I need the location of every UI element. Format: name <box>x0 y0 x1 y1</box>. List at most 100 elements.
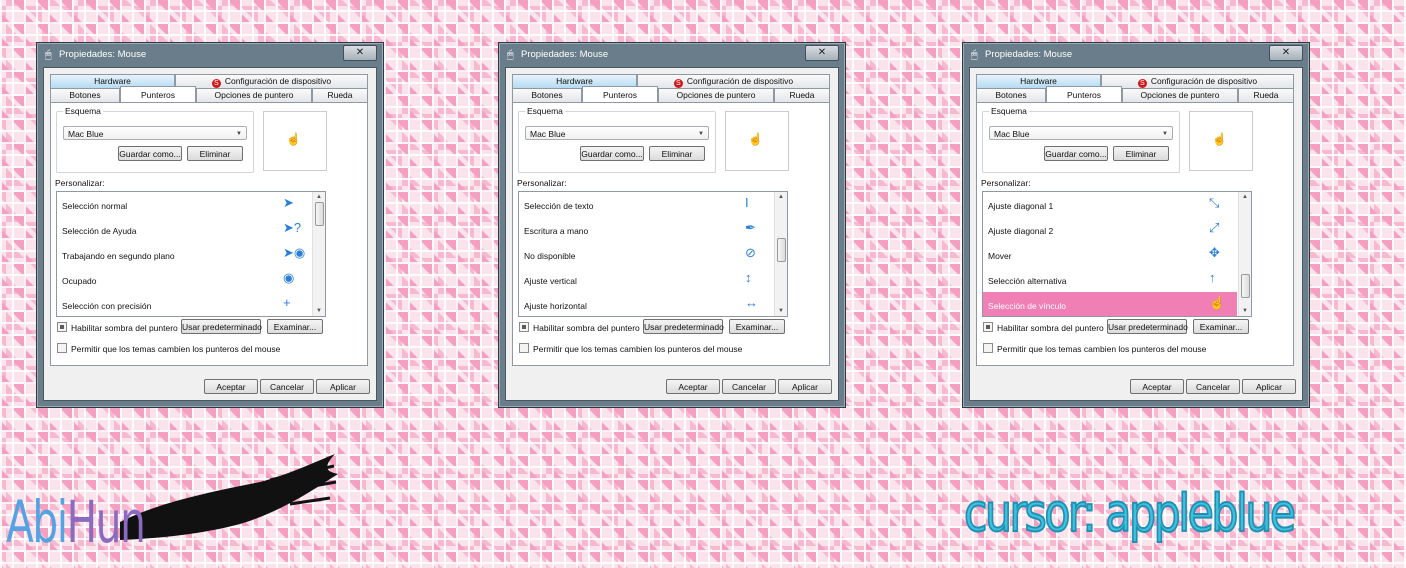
cursor-list[interactable]: Selección de texto Ι Escritura a mano ✒ … <box>518 191 788 317</box>
scheme-select[interactable]: Mac Blue ▼ <box>525 126 709 140</box>
save-as-button[interactable]: Guardar como... <box>580 146 644 161</box>
ok-button[interactable]: Aceptar <box>204 379 258 394</box>
shadow-checkbox[interactable] <box>57 322 67 332</box>
scroll-thumb[interactable] <box>777 238 786 262</box>
themes-checkbox-row[interactable]: Permitir que los temas cambien los punte… <box>57 343 280 354</box>
themes-checkbox[interactable] <box>983 343 993 353</box>
cancel-button[interactable]: Cancelar <box>260 379 314 394</box>
ok-button[interactable]: Aceptar <box>1130 379 1184 394</box>
shadow-checkbox-row[interactable]: Habilitar sombra del puntero <box>57 322 178 333</box>
scroll-down-icon[interactable]: ▼ <box>775 306 787 316</box>
apply-button[interactable]: Aplicar <box>316 379 370 394</box>
hand-cursor-icon: ☝ <box>1212 132 1227 146</box>
list-item-label: Ocupado <box>62 276 97 286</box>
shadow-checkbox[interactable] <box>519 322 529 332</box>
scheme-select[interactable]: Mac Blue ▼ <box>989 126 1173 140</box>
tab-device-config[interactable]: S Configuración de dispositivo <box>1101 74 1294 88</box>
hand-cursor-icon: ☝ <box>748 132 763 146</box>
themes-checkbox[interactable] <box>519 343 529 353</box>
brush-stroke-decoration <box>120 454 338 540</box>
cursor-list[interactable]: Selección normal ➤ Selección de Ayuda ➤?… <box>56 191 326 317</box>
scroll-up-icon[interactable]: ▲ <box>313 192 325 202</box>
tab-rueda[interactable]: Rueda <box>312 88 368 102</box>
list-item[interactable]: Ajuste diagonal 2 ⤢ <box>983 217 1237 242</box>
tab-punteros[interactable]: Punteros <box>1046 86 1122 102</box>
tab-punteros[interactable]: Punteros <box>582 86 658 102</box>
themes-checkbox-row[interactable]: Permitir que los temas cambien los punte… <box>519 343 742 354</box>
scheme-select[interactable]: Mac Blue ▼ <box>63 126 247 140</box>
close-button[interactable]: ✕ <box>343 45 377 61</box>
themes-label: Permitir que los temas cambien los punte… <box>997 344 1207 354</box>
window-title: Propiedades: Mouse <box>985 49 1073 60</box>
scrollbar[interactable]: ▲ ▼ <box>1238 192 1251 316</box>
scroll-down-icon[interactable]: ▼ <box>1239 306 1251 316</box>
delete-button[interactable]: Eliminar <box>1113 146 1169 161</box>
browse-button[interactable]: Examinar... <box>729 319 785 334</box>
shadow-checkbox-row[interactable]: Habilitar sombra del puntero <box>983 322 1104 333</box>
list-item[interactable]: Ajuste vertical ↕ <box>519 267 773 292</box>
dialog-client-area: Hardware S Configuración de dispositivo B… <box>969 67 1303 401</box>
list-item[interactable]: Escritura a mano ✒ <box>519 217 773 242</box>
list-item[interactable]: Selección alternativa ↑ <box>983 267 1237 292</box>
alternate-cursor-icon: ↑ <box>1209 270 1216 285</box>
logo-abihun-part2: Hun <box>66 488 146 556</box>
browse-button[interactable]: Examinar... <box>1193 319 1249 334</box>
close-button[interactable]: ✕ <box>1269 45 1303 61</box>
close-button[interactable]: ✕ <box>805 45 839 61</box>
tab-rueda[interactable]: Rueda <box>774 88 830 102</box>
scrollbar[interactable]: ▲ ▼ <box>312 192 325 316</box>
list-item[interactable]: Ocupado ◉ <box>57 267 311 292</box>
pointers-panel: Esquema Mac Blue ▼ Guardar como... Elimi… <box>50 102 368 366</box>
list-item[interactable]: Selección de Ayuda ➤? <box>57 217 311 242</box>
tab-opciones-de-puntero[interactable]: Opciones de puntero <box>658 88 774 102</box>
list-item[interactable]: Selección de vínculo ☝ <box>983 292 1237 316</box>
delete-button[interactable]: Eliminar <box>649 146 705 161</box>
ok-button[interactable]: Aceptar <box>666 379 720 394</box>
mouse-properties-window: 🖱 Propiedades: Mouse ✕ Hardware S Configu… <box>498 42 846 408</box>
tab-botones[interactable]: Botones <box>512 88 582 102</box>
use-default-button[interactable]: Usar predeterminado <box>643 319 724 334</box>
shadow-checkbox-row[interactable]: Habilitar sombra del puntero <box>519 322 640 333</box>
scheme-select-value: Mac Blue <box>530 129 566 139</box>
use-default-button[interactable]: Usar predeterminado <box>181 319 262 334</box>
save-as-button[interactable]: Guardar como... <box>118 146 182 161</box>
save-as-button[interactable]: Guardar como... <box>1044 146 1108 161</box>
list-item[interactable]: Selección de texto Ι <box>519 192 773 217</box>
tab-opciones-de-puntero[interactable]: Opciones de puntero <box>1122 88 1238 102</box>
cancel-button[interactable]: Cancelar <box>722 379 776 394</box>
tab-botones[interactable]: Botones <box>50 88 120 102</box>
use-default-button[interactable]: Usar predeterminado <box>1107 319 1188 334</box>
list-item[interactable]: Selección con precisión + <box>57 292 311 316</box>
list-item[interactable]: Ajuste horizontal ↔ <box>519 292 773 316</box>
apply-button[interactable]: Aplicar <box>1242 379 1296 394</box>
list-item[interactable]: Trabajando en segundo plano ➤◉ <box>57 242 311 267</box>
cursor-list[interactable]: Ajuste diagonal 1 ⤡ Ajuste diagonal 2 ⤢ … <box>982 191 1252 317</box>
delete-button[interactable]: Eliminar <box>187 146 243 161</box>
list-item[interactable]: Ajuste diagonal 1 ⤡ <box>983 192 1237 217</box>
cancel-button[interactable]: Cancelar <box>1186 379 1240 394</box>
tab-opciones-de-puntero[interactable]: Opciones de puntero <box>196 88 312 102</box>
tab-device-config[interactable]: S Configuración de dispositivo <box>175 74 368 88</box>
shadow-checkbox[interactable] <box>983 322 993 332</box>
scroll-thumb[interactable] <box>315 202 324 226</box>
tab-botones[interactable]: Botones <box>976 88 1046 102</box>
list-item-label: Ajuste horizontal <box>524 301 587 311</box>
tab-device-config[interactable]: S Configuración de dispositivo <box>637 74 830 88</box>
scrollbar[interactable]: ▲ ▼ <box>774 192 787 316</box>
scroll-down-icon[interactable]: ▼ <box>313 306 325 316</box>
themes-checkbox-row[interactable]: Permitir que los temas cambien los punte… <box>983 343 1206 354</box>
unavailable-cursor-icon: ⊘ <box>745 245 756 260</box>
tab-device-config-label: Configuración de dispositivo <box>224 76 332 86</box>
apply-button[interactable]: Aplicar <box>778 379 832 394</box>
list-item[interactable]: Mover ✥ <box>983 242 1237 267</box>
tab-rueda[interactable]: Rueda <box>1238 88 1294 102</box>
scroll-thumb[interactable] <box>1241 274 1250 298</box>
link-cursor-icon: ☝ <box>1209 295 1226 310</box>
browse-button[interactable]: Examinar... <box>267 319 323 334</box>
themes-checkbox[interactable] <box>57 343 67 353</box>
list-item[interactable]: No disponible ⊘ <box>519 242 773 267</box>
scroll-up-icon[interactable]: ▲ <box>775 192 787 202</box>
list-item[interactable]: Selección normal ➤ <box>57 192 311 217</box>
scroll-up-icon[interactable]: ▲ <box>1239 192 1251 202</box>
tab-punteros[interactable]: Punteros <box>120 86 196 102</box>
